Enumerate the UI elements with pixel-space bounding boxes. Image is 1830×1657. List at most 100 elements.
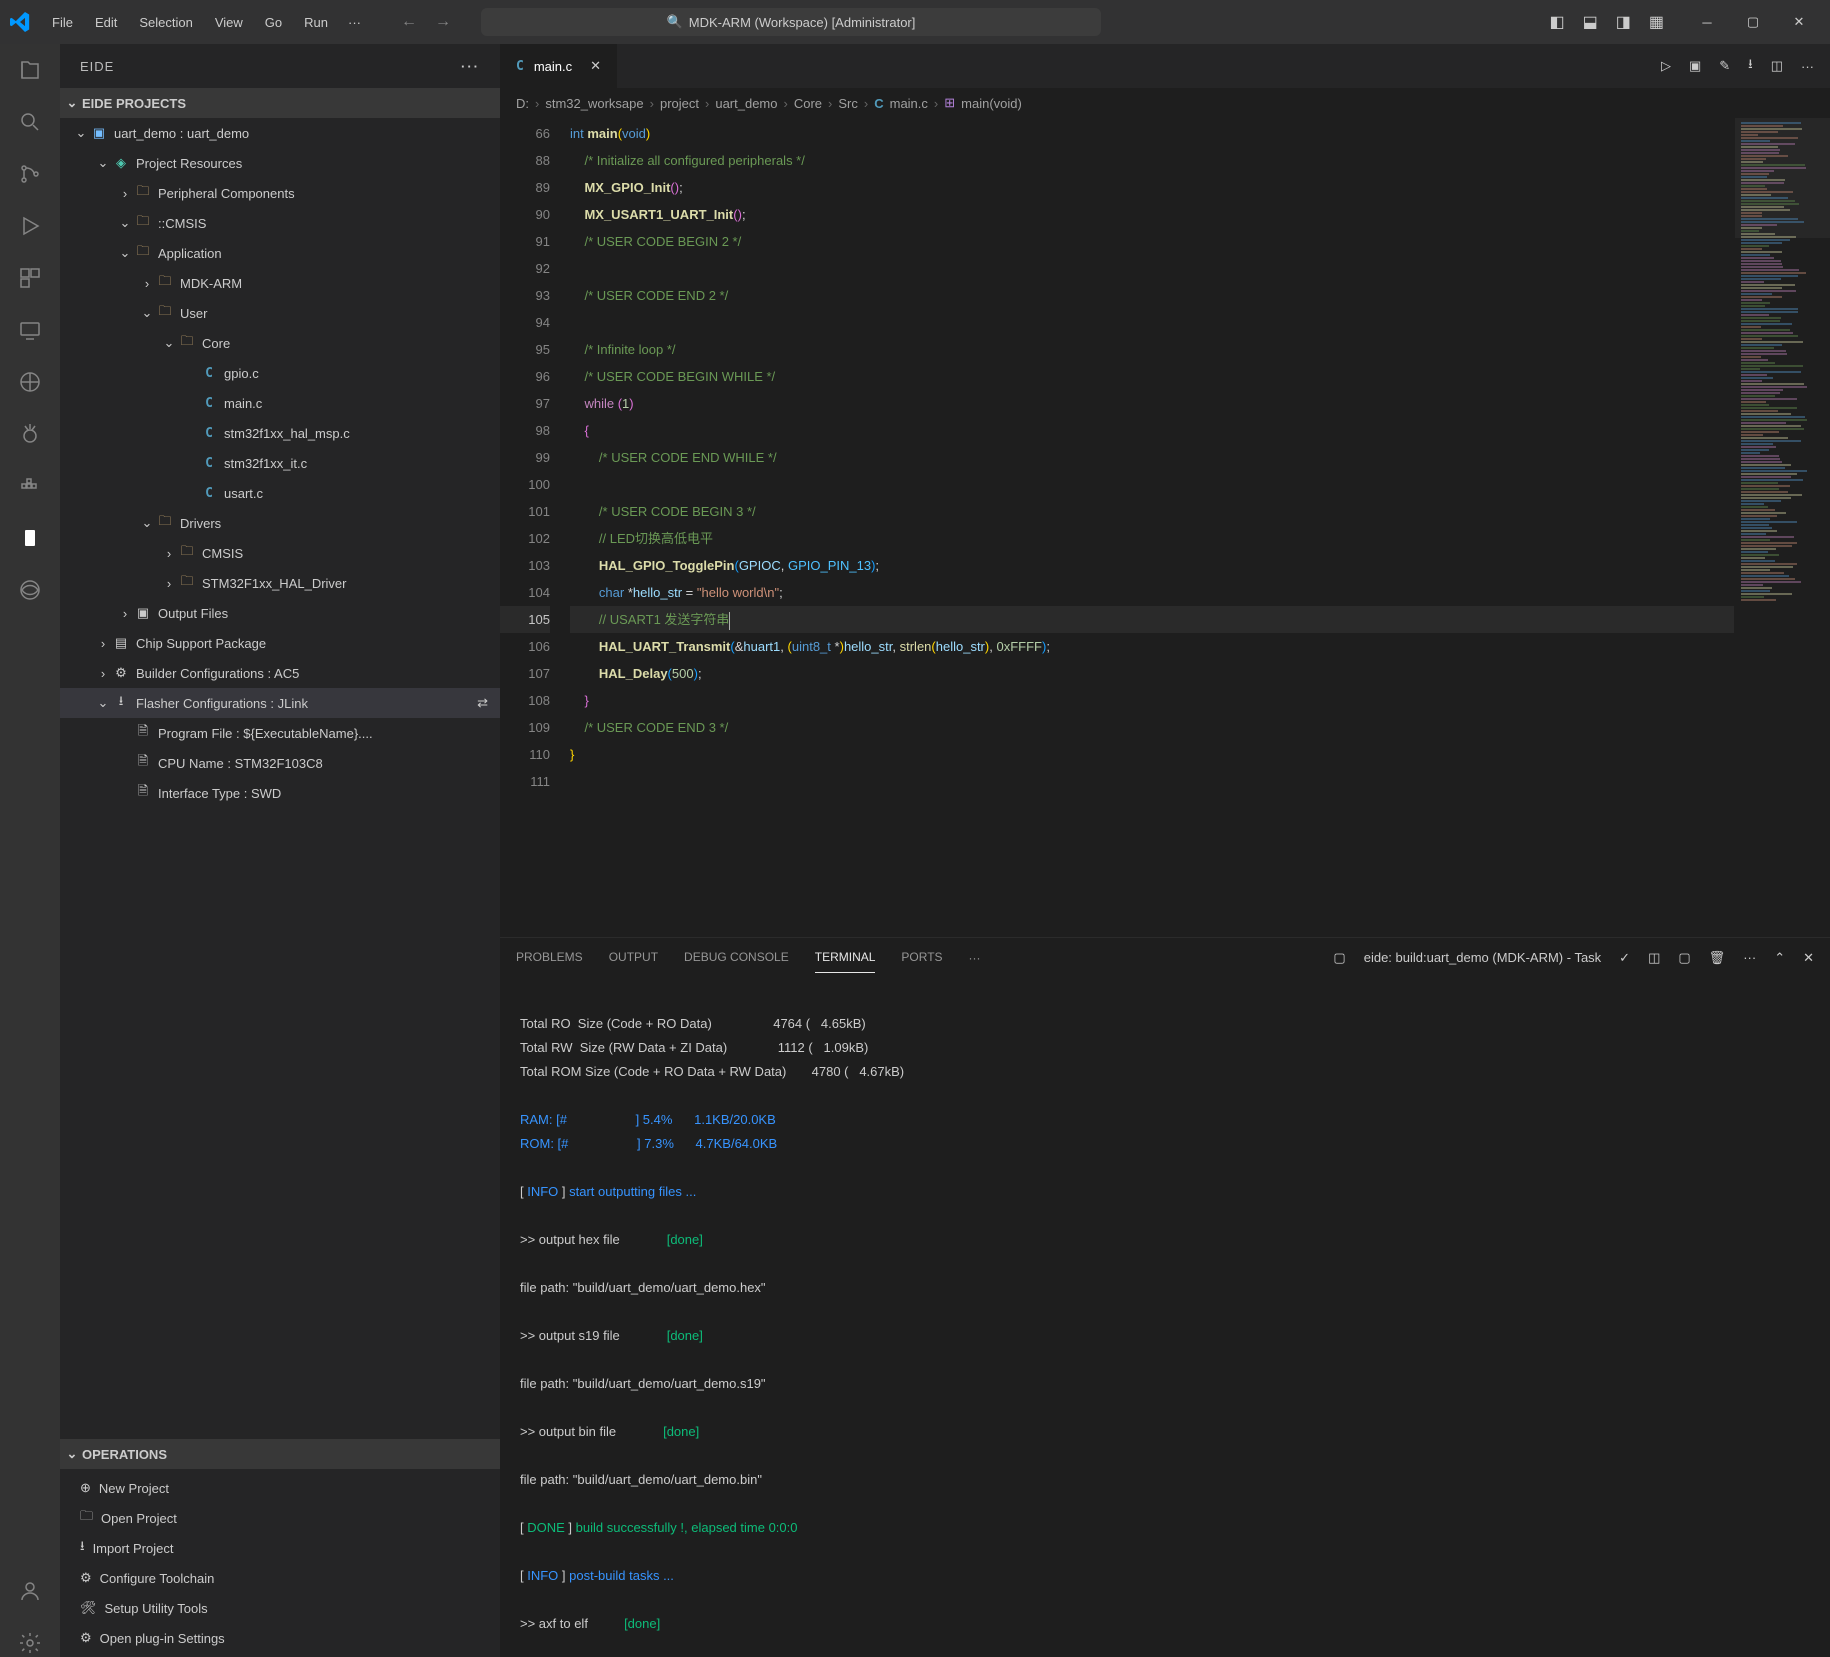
task-check-icon: ✓ [1619,950,1630,966]
tree-item[interactable]: ›🗀CMSIS [60,538,500,568]
maximize-button[interactable]: ▢ [1730,0,1776,44]
tree-item[interactable]: 🗎Program File : ${ExecutableName}.... [60,718,500,748]
layout-left-icon[interactable]: ◧ [1550,12,1565,32]
operations-list: ⊕New Project🗀Open Project⭳Import Project… [60,1469,500,1657]
titlebar: FileEditSelectionViewGoRun ··· ← → 🔍 MDK… [0,0,1830,44]
layout-customize-icon[interactable]: ▦ [1649,12,1664,32]
panel-tab-terminal[interactable]: TERMINAL [815,942,876,973]
tree-item[interactable]: ⌄🗀Core [60,328,500,358]
tree-item[interactable]: ⌄◈Project Resources [60,148,500,178]
tree-item[interactable]: Cusart.c [60,478,500,508]
op-open-project[interactable]: 🗀Open Project [60,1503,500,1533]
tree-item[interactable]: ⌄🗀Application [60,238,500,268]
kill-terminal-icon[interactable]: 🗑 [1709,950,1726,966]
menu-file[interactable]: File [42,9,83,36]
download-icon[interactable]: ⭳ [1748,55,1753,77]
split-terminal-icon[interactable]: ◫ [1648,950,1660,966]
tree-item[interactable]: ›🗀STM32F1xx_HAL_Driver [60,568,500,598]
source-control-icon[interactable] [16,160,44,188]
panel-tab-problems[interactable]: PROBLEMS [516,942,583,973]
op-import-project[interactable]: ⭳Import Project [60,1533,500,1563]
code-editor[interactable]: int main(void) /* Initialize all configu… [570,118,1734,937]
clean-icon[interactable]: ✎ [1719,58,1730,74]
nav-forward-icon[interactable]: → [435,13,451,31]
menu-bar: FileEditSelectionViewGoRun [42,9,338,36]
build-icon[interactable]: ▣ [1689,58,1701,74]
tree-item[interactable]: ›▣Output Files [60,598,500,628]
breadcrumb[interactable]: D:›stm32_worksape›project›uart_demo›Core… [500,88,1830,118]
docker-icon[interactable] [16,472,44,500]
section-operations[interactable]: ⌄OPERATIONS [60,1439,500,1469]
panel-overflow-icon[interactable]: ··· [1743,950,1756,965]
terminal-output[interactable]: Total RO Size (Code + RO Data) 4764 ( 4.… [500,978,1830,1657]
menu-run[interactable]: Run [294,9,338,36]
tree-item[interactable]: Cstm32f1xx_it.c [60,448,500,478]
tree-item[interactable]: ⌄🗀User [60,298,500,328]
op-new-project[interactable]: ⊕New Project [60,1473,500,1503]
menu-go[interactable]: Go [255,9,292,36]
menu-view[interactable]: View [205,9,253,36]
tree-item[interactable]: 🗎Interface Type : SWD [60,778,500,808]
task-terminal-icon: ▢ [1333,950,1345,966]
op-open-plug-in-settings[interactable]: ⚙Open plug-in Settings [60,1623,500,1653]
layout-bottom-icon[interactable]: ⬓ [1583,12,1598,32]
menu-selection[interactable]: Selection [129,9,202,36]
tree-item[interactable]: ›▤Chip Support Package [60,628,500,658]
tab-close-icon[interactable]: ✕ [590,58,601,74]
sidebar: EIDE ··· ⌄EIDE PROJECTS ⌄▣uart_demo : ua… [60,44,500,1657]
eide-icon[interactable] [16,524,44,552]
tree-item[interactable]: ⌄▣uart_demo : uart_demo [60,118,500,148]
nav-back-icon[interactable]: ← [401,13,417,31]
remote-icon[interactable] [16,316,44,344]
minimap[interactable] [1734,118,1830,937]
tree-item[interactable]: ›🗀Peripheral Components [60,178,500,208]
run-icon[interactable]: ▷ [1661,58,1671,74]
layout-right-icon[interactable]: ◨ [1616,12,1631,32]
split-icon[interactable]: ◫ [1771,58,1783,74]
sidebar-title-text: EIDE [80,59,114,74]
menu-edit[interactable]: Edit [85,9,127,36]
tree-item[interactable]: Cmain.c [60,388,500,418]
more-actions-icon[interactable]: ··· [1801,59,1814,74]
vscode-logo [8,10,32,34]
op-setup-utility-tools[interactable]: 🛠Setup Utility Tools [60,1593,500,1623]
tree-item[interactable]: ⌄🗀::CMSIS [60,208,500,238]
c-file-icon: C [516,59,524,74]
panel-maximize-icon[interactable]: ⌃ [1774,950,1785,966]
search-icon[interactable] [16,108,44,136]
panel: PROBLEMS OUTPUT DEBUG CONSOLE TERMINAL PORTS… [500,937,1830,1657]
extensions-icon[interactable] [16,264,44,292]
accounts-icon[interactable] [16,1577,44,1605]
panel-tab-output[interactable]: OUTPUT [609,942,658,973]
command-center[interactable]: 🔍 MDK-ARM (Workspace) [Administrator] [481,8,1101,36]
close-button[interactable]: ✕ [1776,0,1822,44]
section-eide-projects[interactable]: ⌄EIDE PROJECTS [60,88,500,118]
tree-item[interactable]: ›⚙Builder Configurations : AC5 [60,658,500,688]
testing-icon[interactable] [16,368,44,396]
sidebar-title: EIDE ··· [60,44,500,88]
editor-area: C main.c ✕ ▷ ▣ ✎ ⭳ ◫ ··· D:›stm32_worksa… [500,44,1830,1657]
panel-tab-ports[interactable]: PORTS [901,942,942,973]
tree-item[interactable]: 🗎CPU Name : STM32F103C8 [60,748,500,778]
panel-close-icon[interactable]: ✕ [1803,950,1814,966]
minimize-button[interactable]: ─ [1684,0,1730,44]
op-configure-toolchain[interactable]: ⚙Configure Toolchain [60,1563,500,1593]
panel-tab-debug-console[interactable]: DEBUG CONSOLE [684,942,789,973]
tree-item[interactable]: Cgpio.c [60,358,500,388]
panel-more-icon[interactable]: ··· [969,943,981,973]
project-icon[interactable] [16,420,44,448]
tree-item[interactable]: ›🗀MDK-ARM [60,268,500,298]
explorer-icon[interactable] [16,56,44,84]
tree-item[interactable]: ⌄🗀Drivers [60,508,500,538]
task-label[interactable]: eide: build:uart_demo (MDK-ARM) - Task [1364,950,1601,965]
settings-icon[interactable] [16,1629,44,1657]
run-debug-icon[interactable] [16,212,44,240]
new-terminal-icon[interactable]: ▢ [1678,950,1690,966]
tree-item[interactable]: ⌄⭳Flasher Configurations : JLink⇄ [60,688,500,718]
tree-item[interactable]: Cstm32f1xx_hal_msp.c [60,418,500,448]
tab-main-c[interactable]: C main.c ✕ [500,44,618,88]
editor-tabs: C main.c ✕ ▷ ▣ ✎ ⭳ ◫ ··· [500,44,1830,88]
serial-icon[interactable] [16,576,44,604]
sidebar-more-icon[interactable]: ··· [461,59,480,74]
menu-more[interactable]: ··· [338,9,371,36]
